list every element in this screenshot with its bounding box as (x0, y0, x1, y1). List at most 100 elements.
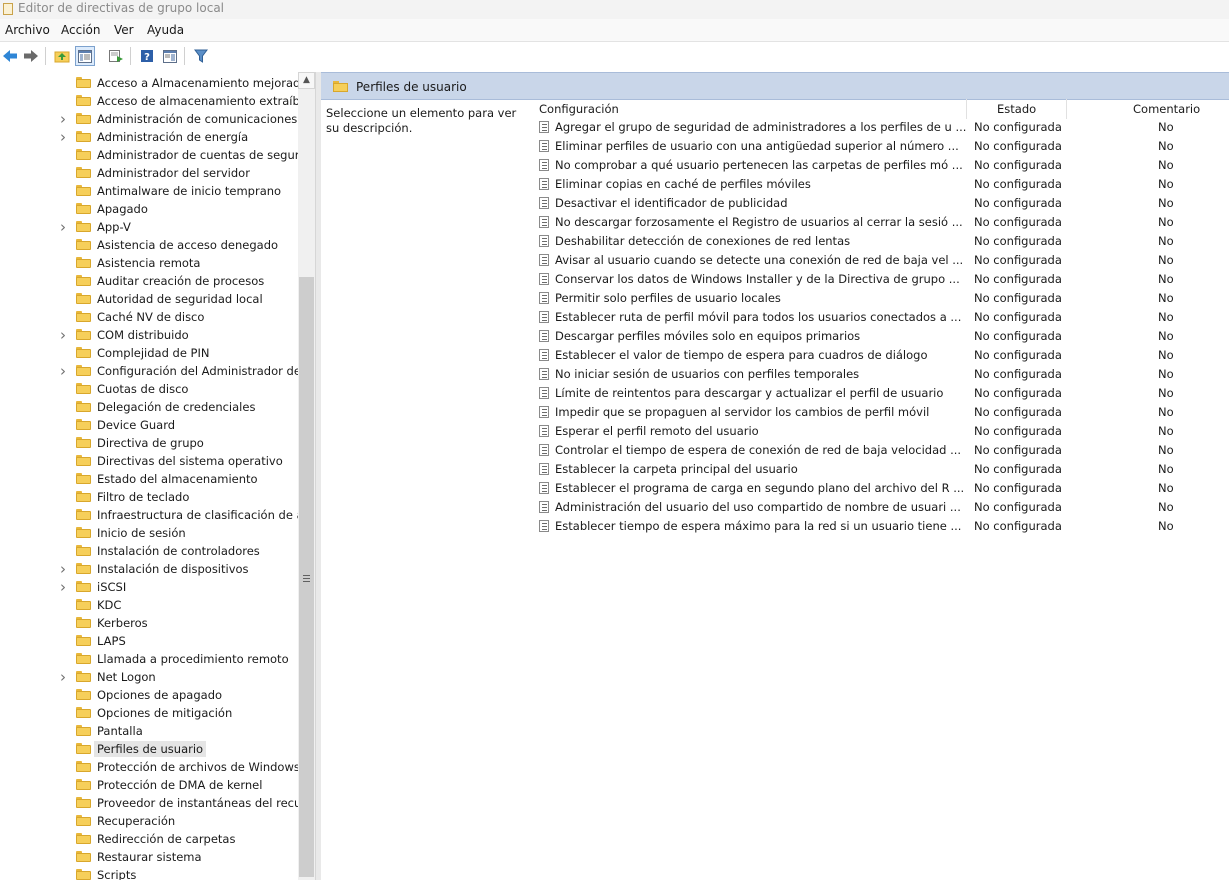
chevron-right-icon[interactable]: › (60, 328, 70, 343)
policy-row[interactable]: Establecer el valor de tiempo de espera … (536, 346, 1229, 365)
tree-scrollbar[interactable]: ▲ (298, 72, 315, 880)
tree-item[interactable]: › Administración de energía (0, 128, 298, 146)
column-header-comentario[interactable]: Comentario (1067, 99, 1229, 119)
chevron-right-icon[interactable]: › (60, 580, 70, 595)
policy-row[interactable]: No descargar forzosamente el Registro de… (536, 213, 1229, 232)
tree-item[interactable]: Estado del almacenamiento (0, 470, 298, 488)
policy-row[interactable]: Establecer el programa de carga en segun… (536, 479, 1229, 498)
tree-item[interactable]: Proveedor de instantáneas del recurso (0, 794, 298, 812)
policy-comment: No (1158, 367, 1174, 381)
tree-item[interactable]: › App-V (0, 218, 298, 236)
folder-icon (76, 563, 91, 574)
properties-view-button[interactable] (160, 46, 180, 66)
chevron-right-icon[interactable]: › (60, 562, 70, 577)
policy-row[interactable]: Establecer la carpeta principal del usua… (536, 460, 1229, 479)
tree-item-label: COM distribuido (97, 328, 189, 342)
menu-accion[interactable]: Acción (61, 23, 100, 37)
export-list-button[interactable] (106, 46, 126, 66)
tree-item[interactable]: Asistencia de acceso denegado (0, 236, 298, 254)
policy-row[interactable]: No iniciar sesión de usuarios con perfil… (536, 365, 1229, 384)
tree-item[interactable]: › Administración de comunicaciones de (0, 110, 298, 128)
tree-item[interactable]: Antimalware de inicio temprano (0, 182, 298, 200)
tree-item[interactable]: Protección de archivos de Windows (0, 758, 298, 776)
tree-item[interactable]: Apagado (0, 200, 298, 218)
tree-item[interactable]: Administrador del servidor (0, 164, 298, 182)
tree-item[interactable]: Complejidad de PIN (0, 344, 298, 362)
policy-row[interactable]: Esperar el perfil remoto del usuario No c… (536, 422, 1229, 441)
tree-item[interactable]: Instalación de controladores (0, 542, 298, 560)
tree-item[interactable]: Directiva de grupo (0, 434, 298, 452)
policy-row[interactable]: No comprobar a qué usuario pertenecen la… (536, 156, 1229, 175)
forward-button[interactable] (21, 46, 41, 66)
column-header-configuracion[interactable]: Configuración (534, 99, 967, 119)
tree-item[interactable]: Inicio de sesión (0, 524, 298, 542)
tree-item[interactable]: Acceso a Almacenamiento mejorado (0, 74, 298, 92)
policy-state: No configurada (974, 405, 1062, 419)
tree-item[interactable]: Delegación de credenciales (0, 398, 298, 416)
menu-ver[interactable]: Ver (114, 23, 134, 37)
policy-row[interactable]: Agregar el grupo de seguridad de adminis… (536, 118, 1229, 137)
tree-item[interactable]: Device Guard (0, 416, 298, 434)
policy-row[interactable]: Descargar perfiles móviles solo en equip… (536, 327, 1229, 346)
scrollbar-thumb[interactable] (299, 277, 314, 877)
policy-row[interactable]: Avisar al usuario cuando se detecte una … (536, 251, 1229, 270)
tree-item[interactable]: Protección de DMA de kernel (0, 776, 298, 794)
tree-item[interactable]: Perfiles de usuario (0, 740, 298, 758)
chevron-right-icon[interactable]: › (60, 220, 70, 235)
chevron-right-icon[interactable]: › (60, 130, 70, 145)
column-header-estado[interactable]: Estado (967, 99, 1067, 119)
policy-row[interactable]: Controlar el tiempo de espera de conexió… (536, 441, 1229, 460)
tree-item[interactable]: › Instalación de dispositivos (0, 560, 298, 578)
up-folder-button[interactable] (52, 46, 72, 66)
tree-item[interactable]: › Net Logon (0, 668, 298, 686)
tree-item[interactable]: Autoridad de seguridad local (0, 290, 298, 308)
menu-ayuda[interactable]: Ayuda (147, 23, 184, 37)
tree-item[interactable]: Cuotas de disco (0, 380, 298, 398)
policy-row[interactable]: Conservar los datos de Windows Installer… (536, 270, 1229, 289)
chevron-right-icon[interactable]: › (60, 112, 70, 127)
tree-item[interactable]: Acceso de almacenamiento extraíble (0, 92, 298, 110)
tree-item[interactable]: LAPS (0, 632, 298, 650)
tree-item[interactable]: Administrador de cuentas de segurida (0, 146, 298, 164)
chevron-right-icon[interactable]: › (60, 364, 70, 379)
navigation-tree[interactable]: Acceso a Almacenamiento mejorado Acceso d… (0, 72, 298, 880)
tree-item[interactable]: › COM distribuido (0, 326, 298, 344)
tree-item[interactable]: Scripts (0, 866, 298, 880)
tree-item[interactable]: Kerberos (0, 614, 298, 632)
tree-item[interactable]: Auditar creación de procesos (0, 272, 298, 290)
policy-row[interactable]: Permitir solo perfiles de usuario locale… (536, 289, 1229, 308)
policy-state: No configurada (974, 234, 1062, 248)
tree-item[interactable]: › iSCSI (0, 578, 298, 596)
scroll-up-button[interactable]: ▲ (298, 72, 315, 89)
tree-item[interactable]: Llamada a procedimiento remoto (0, 650, 298, 668)
tree-item[interactable]: Filtro de teclado (0, 488, 298, 506)
folder-icon (76, 815, 91, 826)
tree-item[interactable]: Asistencia remota (0, 254, 298, 272)
filter-button[interactable] (191, 46, 211, 66)
policy-row[interactable]: Establecer ruta de perfil móvil para tod… (536, 308, 1229, 327)
policy-row[interactable]: Eliminar copias en caché de perfiles móv… (536, 175, 1229, 194)
policy-row[interactable]: Desactivar el identificador de publicida… (536, 194, 1229, 213)
chevron-right-icon[interactable]: › (60, 670, 70, 685)
tree-item[interactable]: Pantalla (0, 722, 298, 740)
policy-row[interactable]: Deshabilitar detección de conexiones de … (536, 232, 1229, 251)
policy-row[interactable]: Administración del usuario del uso compa… (536, 498, 1229, 517)
policy-row[interactable]: Establecer tiempo de espera máximo para … (536, 517, 1229, 536)
policy-row[interactable]: Impedir que se propaguen al servidor los… (536, 403, 1229, 422)
tree-item[interactable]: Caché NV de disco (0, 308, 298, 326)
policy-row[interactable]: Eliminar perfiles de usuario con una ant… (536, 137, 1229, 156)
tree-item[interactable]: Redirección de carpetas (0, 830, 298, 848)
tree-item[interactable]: Directivas del sistema operativo (0, 452, 298, 470)
tree-item[interactable]: Opciones de apagado (0, 686, 298, 704)
tree-item[interactable]: KDC (0, 596, 298, 614)
tree-item[interactable]: › Configuración del Administrador de c (0, 362, 298, 380)
help-button[interactable]: ? (137, 46, 157, 66)
show-hide-tree-button[interactable] (75, 46, 95, 66)
tree-item[interactable]: Recuperación (0, 812, 298, 830)
tree-item[interactable]: Opciones de mitigación (0, 704, 298, 722)
back-button[interactable] (0, 46, 20, 66)
tree-item[interactable]: Restaurar sistema (0, 848, 298, 866)
policy-row[interactable]: Límite de reintentos para descargar y ac… (536, 384, 1229, 403)
menu-archivo[interactable]: Archivo (5, 23, 50, 37)
tree-item[interactable]: Infraestructura de clasificación de arch (0, 506, 298, 524)
